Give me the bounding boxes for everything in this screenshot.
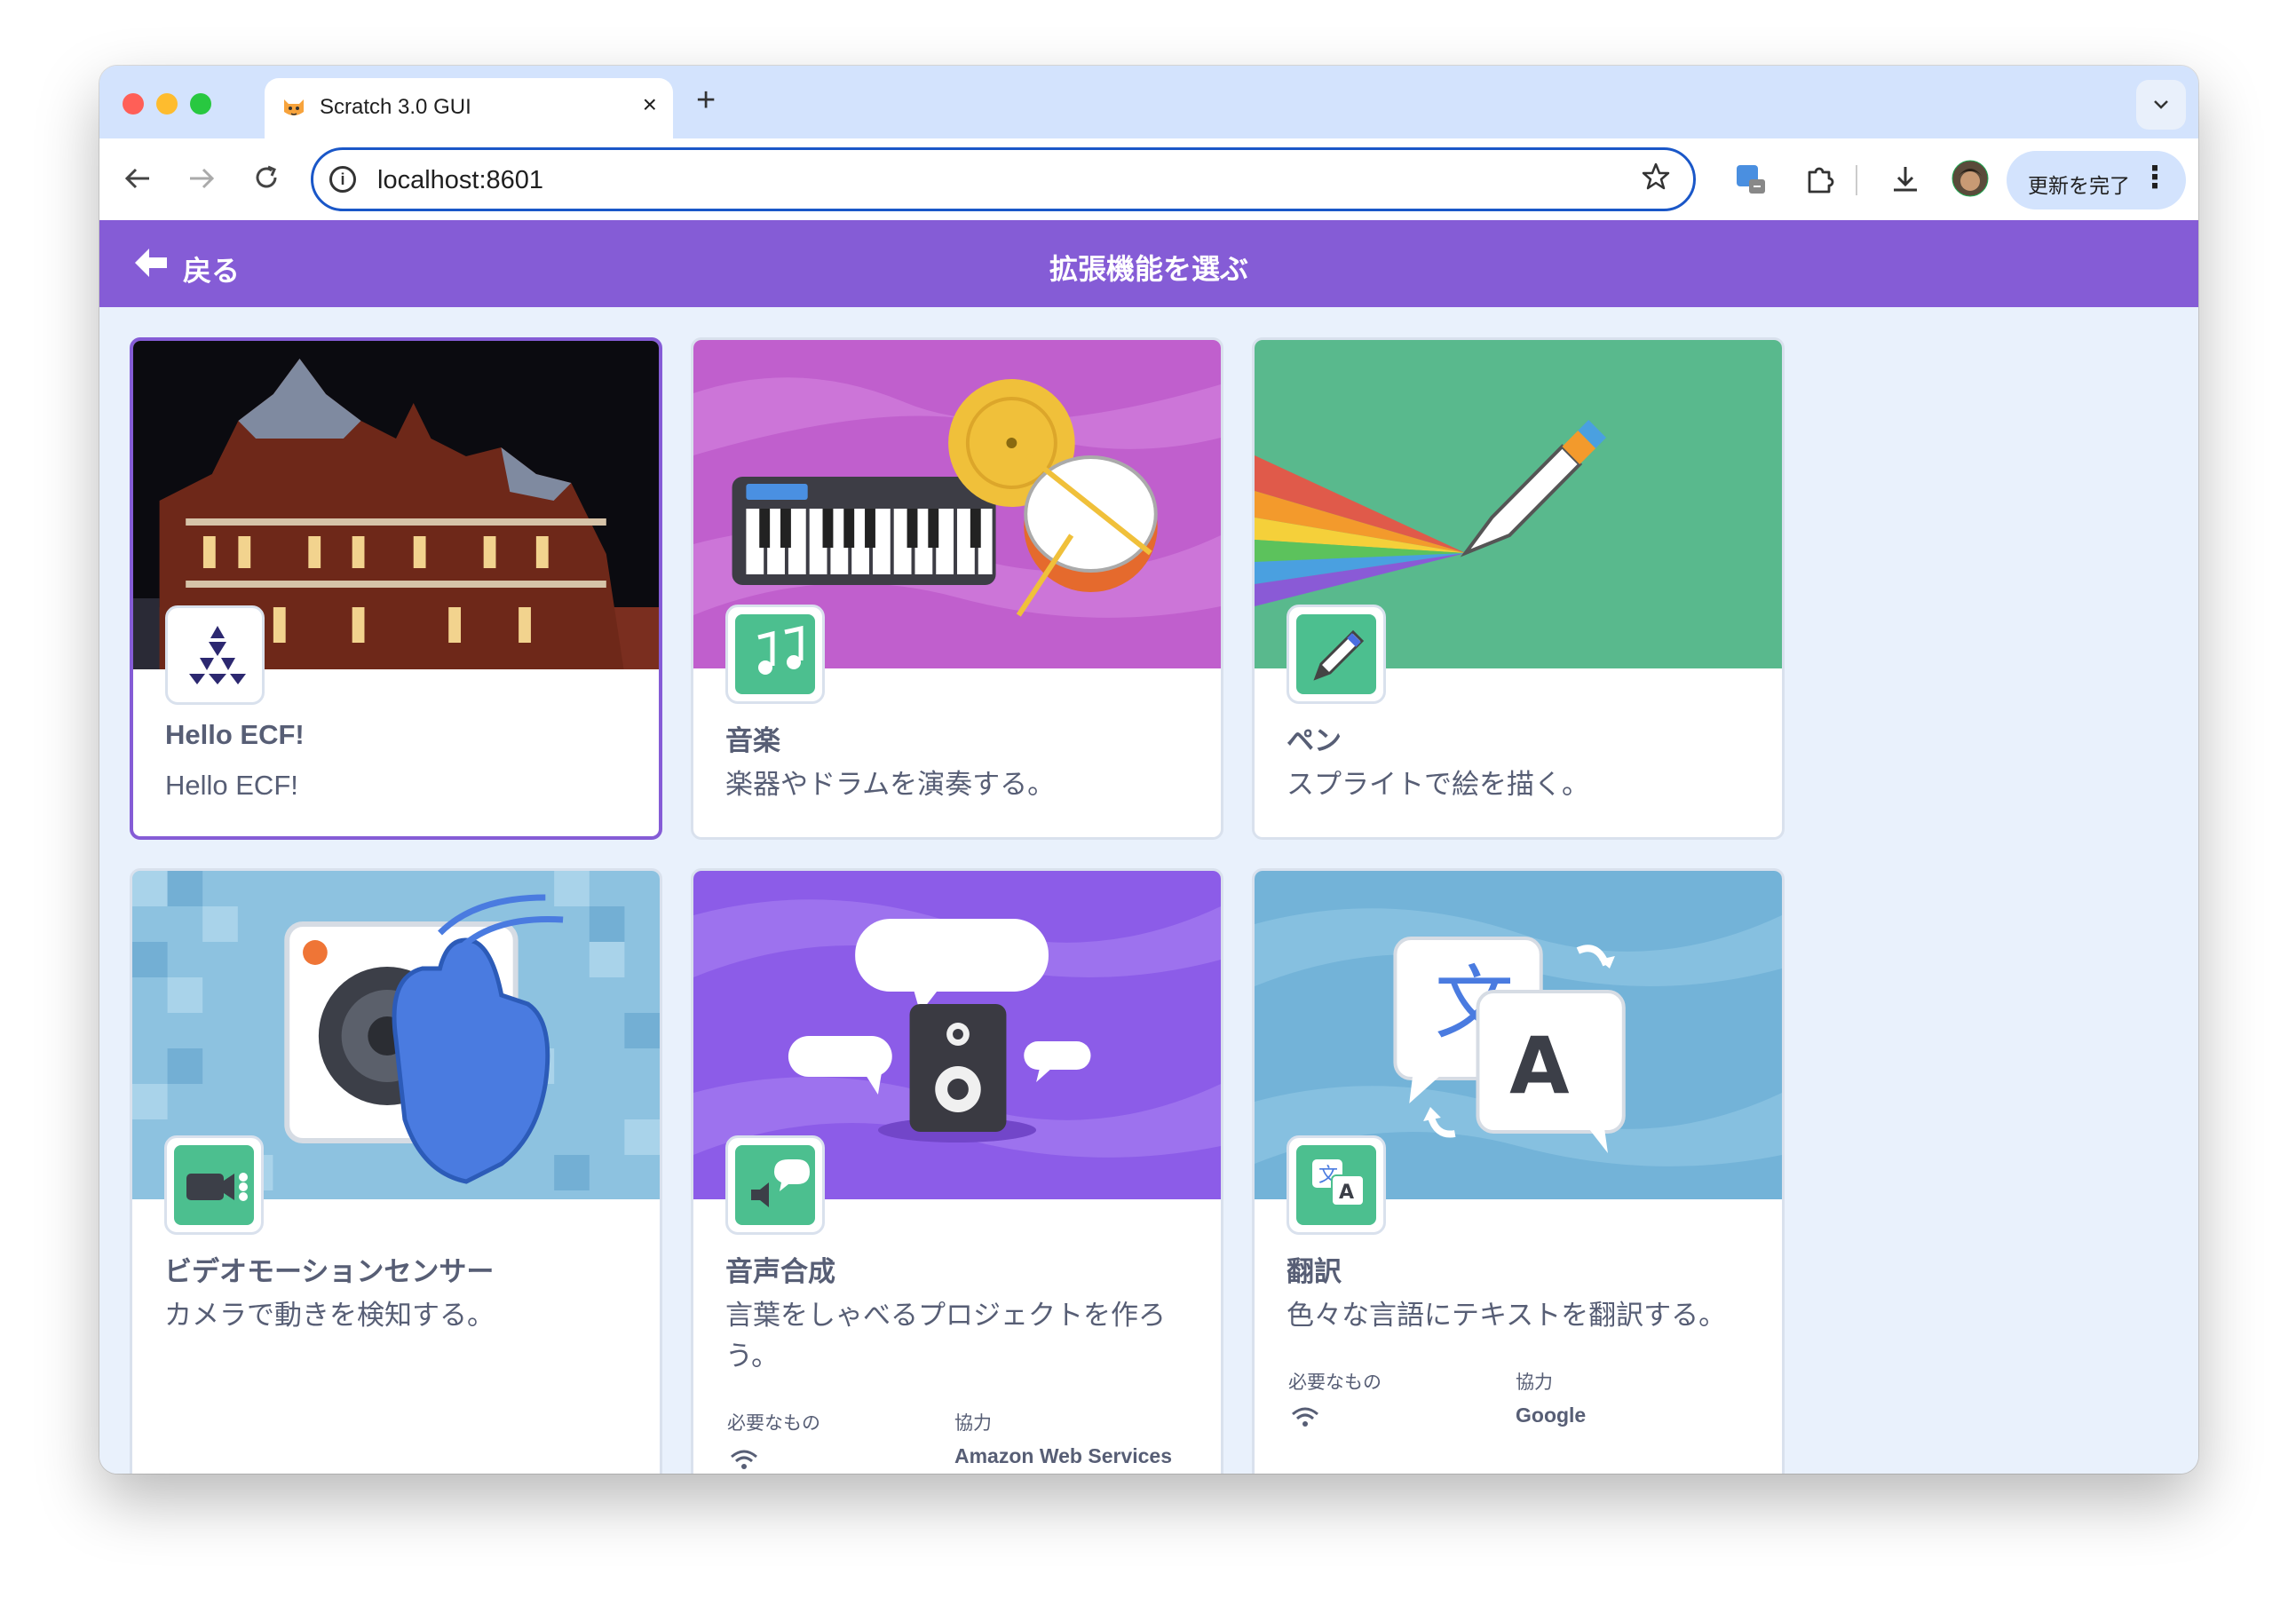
extension-card-hello-ecf[interactable]: Hello ECF! Hello ECF! (130, 337, 662, 840)
pen-icon-box (1287, 605, 1386, 704)
extension-description: 色々な言語にテキストを翻訳する。 (1287, 1300, 1727, 1331)
minimize-window-button[interactable] (156, 93, 178, 115)
scratch-cat-favicon-icon (284, 99, 304, 115)
reload-icon[interactable] (252, 163, 281, 192)
collaborator-name: Amazon Web Services (954, 1444, 1173, 1467)
tab-scratch[interactable]: Scratch 3.0 GUI × (265, 78, 673, 138)
requires-label: 必要なもの (727, 1413, 820, 1434)
text-to-speech-icon-box (725, 1135, 825, 1235)
collaborator-label: 協力 (954, 1413, 992, 1434)
tab-title: Scratch 3.0 GUI (320, 95, 471, 119)
wifi-icon (1292, 1407, 1318, 1427)
music-note-icon (735, 614, 815, 694)
extension-badge-icon[interactable] (1733, 162, 1769, 197)
pen-icon (1296, 614, 1376, 694)
update-button-label: 更新を完了 (2028, 174, 2130, 197)
update-button[interactable]: 更新を完了 ⋮ (2007, 151, 2186, 210)
extension-name: 翻訳 (1287, 1256, 1342, 1287)
collaborator-name: Google (1516, 1403, 1587, 1427)
hello-ecf-icon-box (165, 605, 265, 705)
address-bar[interactable]: i localhost:8601 (311, 147, 1696, 211)
ecf-logo-icon (175, 615, 255, 695)
translate-icon: 文 A (1296, 1145, 1376, 1225)
chevron-down-icon (2154, 100, 2168, 109)
back-arrow-icon[interactable] (123, 165, 153, 192)
collaborator-label: 協力 (1516, 1372, 1553, 1393)
info-icon[interactable]: i (329, 166, 356, 193)
star-icon[interactable] (1640, 161, 1672, 193)
video-camera-icon (174, 1145, 254, 1225)
maximize-window-button[interactable] (190, 93, 211, 115)
video-sensing-icon-box (164, 1135, 264, 1235)
extension-description: スプライトで絵を描く。 (1287, 769, 1589, 800)
browser-toolbar: i localhost:8601 更新を完了 ⋮ (99, 138, 2198, 220)
translate-icon-box: 文 A (1287, 1135, 1386, 1235)
extension-description: 楽器やドラムを演奏する。 (725, 769, 1056, 800)
browser-window: Scratch 3.0 GUI × + i localhost:8601 更新を… (99, 66, 2198, 1474)
extension-description: カメラで動きを検知する。 (164, 1300, 495, 1331)
menu-dots-icon[interactable]: ⋮ (2140, 160, 2170, 195)
page-title: 拡張機能を選ぶ (1049, 253, 1248, 285)
extension-card-music[interactable]: 音楽 楽器やドラムを演奏する。 (691, 337, 1223, 840)
extension-name: 音声合成 (725, 1256, 835, 1287)
tab-bar: Scratch 3.0 GUI × + (99, 66, 2198, 138)
extension-name: ペン (1287, 725, 1342, 756)
tab-search-button[interactable] (2136, 80, 2186, 130)
download-icon[interactable] (1888, 162, 1923, 197)
requires-label: 必要なもの (1288, 1372, 1382, 1393)
profile-avatar[interactable] (1952, 160, 1989, 197)
new-tab-button[interactable]: + (696, 82, 716, 120)
extension-name: 音楽 (725, 725, 780, 756)
extension-name: Hello ECF! (165, 719, 305, 750)
svg-text:A: A (1339, 1182, 1354, 1204)
url-text[interactable]: localhost:8601 (377, 166, 543, 195)
wifi-icon (731, 1450, 757, 1469)
extension-name: ビデオモーションセンサー (164, 1256, 495, 1287)
close-window-button[interactable] (123, 93, 144, 115)
svg-text:A: A (1509, 1021, 1570, 1112)
extension-library-header: 戻る 拡張機能を選ぶ (99, 220, 2198, 307)
extension-card-video-sensing[interactable]: ビデオモーションセンサー カメラで動きを検知する。 (130, 868, 662, 1474)
extension-card-translate[interactable]: 文 A 文 A 翻訳 色々な言語にテキストを翻訳する。 必要なもの 協力 Goo… (1252, 868, 1785, 1474)
music-icon-box (725, 605, 825, 704)
extension-card-text-to-speech[interactable]: 音声合成 言葉をしゃべるプロジェクトを作ろう。 必要なもの 協力 Amazon … (691, 868, 1223, 1474)
extension-puzzle-icon[interactable] (1802, 162, 1838, 197)
tab-close-icon[interactable]: × (643, 91, 657, 119)
extension-description: 言葉をしゃべるプロジェクトを作ろう。 (725, 1300, 1166, 1372)
speaker-speech-icon (735, 1145, 815, 1225)
extension-library: Hello ECF! Hello ECF! 音楽 楽器やドラムを演奏する。 ペン… (99, 307, 2198, 1474)
forward-arrow-icon[interactable] (186, 165, 217, 192)
extension-card-pen[interactable]: ペン スプライトで絵を描く。 (1252, 337, 1785, 840)
extension-description: Hello ECF! (165, 770, 298, 801)
toolbar-divider (1856, 165, 1857, 195)
